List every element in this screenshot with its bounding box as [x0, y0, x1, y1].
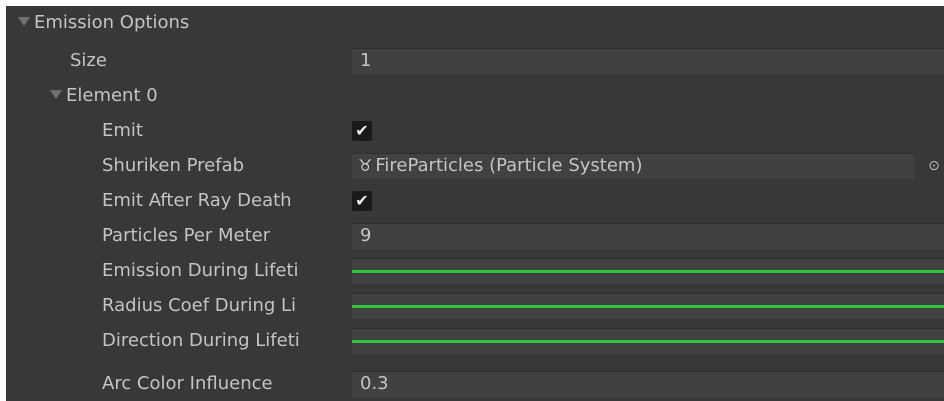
- direction-curve-field[interactable]: [352, 328, 944, 354]
- foldout-expanded-icon[interactable]: [50, 90, 62, 99]
- shuriken-prefab-value: FireParticles (Particle System): [375, 155, 643, 176]
- emission-curve-field[interactable]: [352, 258, 944, 284]
- curve-line: [352, 270, 944, 273]
- element-0-foldout[interactable]: Element 0: [6, 79, 944, 113]
- particles-per-meter-row: Particles Per Meter 9: [6, 219, 944, 253]
- emission-options-header[interactable]: Emission Options: [18, 6, 189, 40]
- curve-line: [352, 305, 944, 308]
- direction-during-lifetime-label: Direction During Lifeti: [102, 330, 300, 351]
- emission-options-foldout[interactable]: Emission Options: [6, 6, 944, 40]
- shuriken-prefab-field[interactable]: ♉ FireParticles (Particle System): [352, 153, 914, 179]
- emission-during-lifetime-row: Emission During Lifeti: [6, 254, 944, 288]
- direction-during-lifetime-row: Direction During Lifeti: [6, 324, 944, 358]
- size-field[interactable]: 1: [352, 48, 944, 74]
- shuriken-prefab-label: Shuriken Prefab: [102, 155, 245, 176]
- object-picker-icon[interactable]: ⊙: [924, 155, 944, 177]
- arc-color-influence-label: Arc Color Influence: [102, 373, 273, 394]
- inspector-panel: Emission Options Size 1 Element 0 Emit ✔…: [6, 6, 944, 401]
- emit-label: Emit: [102, 120, 143, 141]
- radius-coef-during-lifetime-row: Radius Coef During Li: [6, 289, 944, 323]
- element-0-header[interactable]: Element 0: [50, 79, 158, 113]
- curve-line: [352, 340, 944, 343]
- emit-after-ray-death-checkbox[interactable]: ✔: [352, 191, 372, 211]
- emit-checkbox[interactable]: ✔: [352, 121, 372, 141]
- element-0-label: Element 0: [66, 85, 158, 106]
- size-label: Size: [70, 50, 107, 71]
- particles-per-meter-label: Particles Per Meter: [102, 225, 271, 246]
- arc-color-influence-field[interactable]: 0.3: [352, 371, 944, 397]
- emit-row: Emit ✔: [6, 114, 944, 148]
- arc-color-influence-row: Arc Color Influence 0.3: [6, 367, 944, 401]
- emit-after-ray-death-row: Emit After Ray Death ✔: [6, 184, 944, 218]
- shuriken-prefab-row: Shuriken Prefab ♉ FireParticles (Particle…: [6, 149, 944, 183]
- emission-during-lifetime-label: Emission During Lifeti: [102, 260, 299, 281]
- particles-per-meter-field[interactable]: 9: [352, 223, 944, 249]
- foldout-expanded-icon[interactable]: [18, 17, 30, 26]
- particle-system-icon: ♉: [358, 156, 373, 175]
- emit-after-ray-death-label: Emit After Ray Death: [102, 190, 292, 211]
- radius-curve-field[interactable]: [352, 293, 944, 319]
- emission-options-label: Emission Options: [34, 12, 190, 33]
- radius-coef-during-lifetime-label: Radius Coef During Li: [102, 295, 297, 316]
- size-row: Size 1: [6, 44, 944, 78]
